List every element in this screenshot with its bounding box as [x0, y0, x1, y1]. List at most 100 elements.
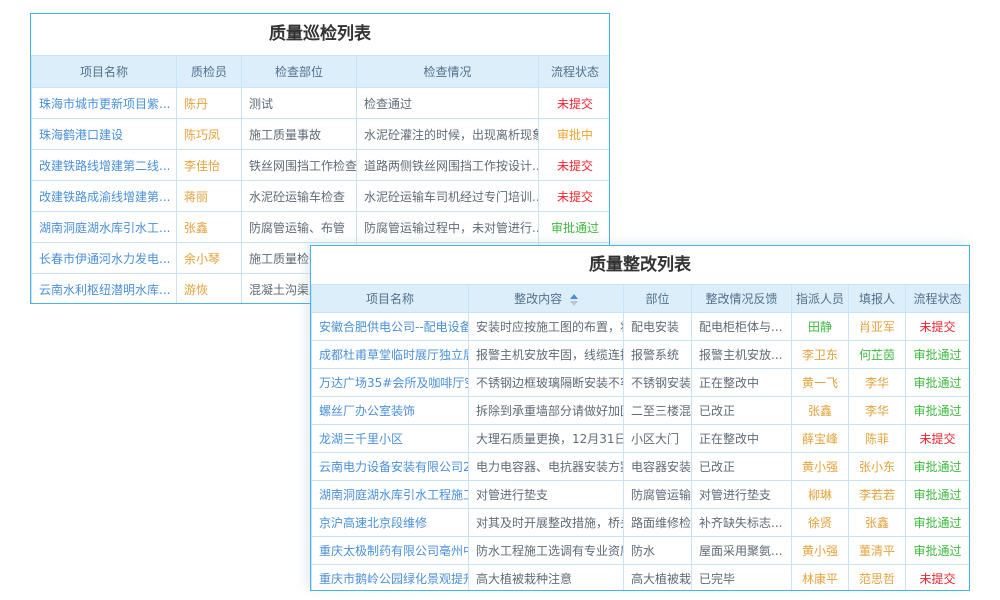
assignee-text: 黄小强: [802, 460, 838, 474]
table-row: 重庆市鹅岭公园绿化景观提升...高大植被栽种注意高大植被栽种已完毕林康平范思哲未…: [312, 565, 970, 592]
project-link[interactable]: 万达广场35#会所及咖啡厅空...: [319, 376, 469, 390]
rectification-panel-title: 质量整改列表: [311, 246, 969, 284]
situation-text: 水泥砼灌注的时候，出现离析现象: [364, 128, 539, 142]
table-row: 成都杜甫草堂临时展厅独立展...报警主机安放牢固，线缆连接...报警系统报警主机…: [312, 341, 970, 369]
table-row: 云南电力设备安装有限公司20...电力电容器、电抗器安装方案,...电容器安装.…: [312, 453, 970, 481]
col-header-rectify-content[interactable]: 整改内容: [469, 285, 624, 313]
cell-part: 小区大门: [624, 425, 692, 453]
cell-feedback: 正在整改中: [692, 425, 792, 453]
project-link[interactable]: 长春市伊通河水力发电...: [39, 252, 170, 266]
assignee-text: 薛宝峰: [802, 432, 838, 446]
part-text: 路面维修检...: [631, 516, 692, 530]
project-link[interactable]: 珠海鹤港口建设: [39, 128, 123, 142]
col-header-inspect-situation: 检查情况: [357, 56, 539, 88]
content-text: 对其及时开展整改措施，桥头...: [476, 516, 624, 530]
cell-status: 审批通过: [906, 537, 970, 565]
cell-feedback: 报警主机安放...: [692, 341, 792, 369]
rectification-table-header: 项目名称 整改内容 部位 整改情况反馈 指派人员 填报人 流程状态: [312, 285, 970, 313]
cell-status: 未提交: [906, 313, 970, 341]
content-text: 报警主机安放牢固，线缆连接...: [476, 348, 624, 362]
cell-project: 云南电力设备安装有限公司20...: [312, 453, 469, 481]
cell-reporter: 董清平: [849, 537, 906, 565]
cell-status: 审批通过: [539, 212, 611, 243]
status-badge: 未提交: [919, 572, 955, 586]
project-link[interactable]: 成都杜甫草堂临时展厅独立展...: [319, 348, 469, 362]
assignee-text: 黄一飞: [802, 376, 838, 390]
assignee-text: 林康平: [802, 572, 838, 586]
inspector-text: 蒋丽: [184, 190, 208, 204]
sort-desc-icon[interactable]: [570, 301, 578, 306]
project-link[interactable]: 珠海市城市更新项目紫...: [39, 97, 170, 111]
cell-content: 高大植被栽种注意: [469, 565, 624, 592]
sort-icon[interactable]: [570, 294, 578, 306]
reporter-text: 陈菲: [865, 432, 889, 446]
col-header-reporter: 填报人: [849, 285, 906, 313]
cell-status: 未提交: [906, 565, 970, 592]
cell-situation: 道路两侧铁丝网围挡工作按设计...: [357, 150, 539, 181]
project-link[interactable]: 重庆市鹅岭公园绿化景观提升...: [319, 572, 469, 586]
cell-feedback: 已改正: [692, 397, 792, 425]
feedback-text: 屋面采用聚氨...: [699, 544, 782, 558]
cell-part: 防腐管运输...: [624, 481, 692, 509]
cell-content: 电力电容器、电抗器安装方案,...: [469, 453, 624, 481]
assignee-text: 黄小强: [802, 544, 838, 558]
project-link[interactable]: 云南水利枢纽潜明水库...: [39, 283, 170, 297]
feedback-text: 配电柜柜体与...: [699, 320, 782, 334]
cell-status: 未提交: [539, 181, 611, 212]
feedback-text: 正在整改中: [699, 376, 759, 390]
project-link[interactable]: 京沪高速北京段维修: [319, 516, 427, 530]
project-link[interactable]: 安徽合肥供电公司--配电设备...: [319, 320, 469, 334]
col-header-assignee: 指派人员: [792, 285, 849, 313]
content-text: 不锈钢边框玻璃隔断安装不牢...: [476, 376, 624, 390]
cell-content: 不锈钢边框玻璃隔断安装不牢...: [469, 369, 624, 397]
feedback-text: 对管进行垫支: [699, 488, 771, 502]
cell-status: 审批通过: [906, 481, 970, 509]
cell-inspector: 李佳怡: [177, 150, 242, 181]
project-link[interactable]: 云南电力设备安装有限公司20...: [319, 460, 469, 474]
project-link[interactable]: 龙湖三千里小区: [319, 432, 403, 446]
table-row: 珠海鹤港口建设陈巧凤施工质量事故水泥砼灌注的时候，出现离析现象审批中: [32, 119, 611, 150]
table-row: 改建铁路成渝线增建第...蒋丽水泥砼运输车检查水泥砼运输车司机经过专门培训...…: [32, 181, 611, 212]
cell-inspector: 游恢: [177, 274, 242, 305]
reporter-text: 李若若: [859, 488, 895, 502]
cell-inspector: 余小琴: [177, 243, 242, 274]
cell-status: 审批通过: [906, 509, 970, 537]
part-text: 施工质量事故: [249, 128, 321, 142]
feedback-text: 已改正: [699, 460, 735, 474]
reporter-text: 张小东: [859, 460, 895, 474]
project-link[interactable]: 重庆太极制药有限公司亳州中...: [319, 544, 469, 558]
cell-status: 审批通过: [906, 397, 970, 425]
project-link[interactable]: 湖南洞庭湖水库引水工...: [39, 221, 170, 235]
reporter-text: 肖亚军: [859, 320, 895, 334]
inspector-text: 张鑫: [184, 221, 208, 235]
cell-assignee: 黄一飞: [792, 369, 849, 397]
cell-reporter: 李华: [849, 369, 906, 397]
feedback-text: 正在整改中: [699, 432, 759, 446]
col-header-rectify-content-label: 整改内容: [514, 292, 562, 306]
table-row: 湖南洞庭湖水库引水工程施工1...对管进行垫支防腐管运输...对管进行垫支柳琳李…: [312, 481, 970, 509]
cell-part: 测试: [242, 88, 357, 119]
cell-part: 水泥砼运输车检查: [242, 181, 357, 212]
part-text: 高大植被栽种: [631, 572, 692, 586]
cell-inspector: 张鑫: [177, 212, 242, 243]
status-badge: 审批通过: [913, 404, 961, 418]
project-link[interactable]: 湖南洞庭湖水库引水工程施工1...: [319, 488, 469, 502]
situation-text: 道路两侧铁丝网围挡工作按设计...: [364, 159, 539, 173]
col-header-feedback: 整改情况反馈: [692, 285, 792, 313]
content-text: 电力电容器、电抗器安装方案,...: [476, 460, 624, 474]
cell-part: 高大植被栽种: [624, 565, 692, 592]
content-text: 高大植被栽种注意: [476, 572, 572, 586]
cell-project: 螺丝厂办公室装饰: [312, 397, 469, 425]
header-row: 项目名称 整改内容 部位 整改情况反馈 指派人员 填报人 流程状态: [312, 285, 970, 313]
cell-feedback: 正在整改中: [692, 369, 792, 397]
rectification-table-body: 安徽合肥供电公司--配电设备...安装时应按施工图的布置，将...配电安装配电柜…: [312, 313, 970, 592]
project-link[interactable]: 改建铁路成渝线增建第...: [39, 190, 170, 204]
table-row: 重庆太极制药有限公司亳州中...防水工程施工选调有专业资质...防水屋面采用聚氨…: [312, 537, 970, 565]
table-row: 湖南洞庭湖水库引水工...张鑫防腐管运输、布管防腐管运输过程中，未对管进行...…: [32, 212, 611, 243]
sort-asc-icon[interactable]: [570, 294, 578, 299]
inspection-table-header: 项目名称 质检员 检查部位 检查情况 流程状态: [32, 56, 611, 88]
cell-project: 京沪高速北京段维修: [312, 509, 469, 537]
status-badge: 审批通过: [551, 221, 599, 235]
project-link[interactable]: 改建铁路线增建第二线...: [39, 159, 170, 173]
project-link[interactable]: 螺丝厂办公室装饰: [319, 404, 415, 418]
